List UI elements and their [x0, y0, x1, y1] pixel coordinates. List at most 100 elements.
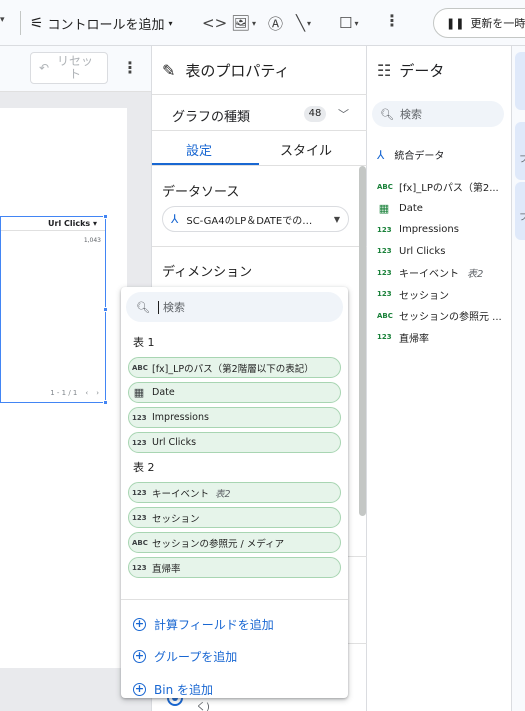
report-page[interactable]: Url Clicks ▾ 1,043 1 - 1 / 1 ‹ ›	[0, 108, 127, 668]
field-chip[interactable]: 123 直帰率	[128, 557, 341, 578]
data-source-select[interactable]: ⅄ SC-GA4のLP＆DATEでの… ▼	[162, 206, 349, 232]
chevron-down-icon[interactable]: ﹀	[338, 106, 349, 122]
pause-update-label: 更新を一時	[470, 17, 525, 30]
reset-button[interactable]: ↶ リセット	[30, 52, 108, 84]
field-picker-dropdown: 🔍︎ 検索 表 1 ABC [fx]_LPのパス（第2階層以下の表記） ▦ Date…	[121, 287, 348, 698]
field-item[interactable]: 123 Url Clicks	[377, 241, 502, 263]
add-circle-icon: +	[133, 681, 146, 696]
field-chip[interactable]: ABC [fx]_LPのパス（第2階層以下の表記）	[128, 357, 341, 378]
field-table-suffix: 表2	[215, 488, 231, 500]
data-source-label: データソース	[162, 185, 240, 200]
chevron-left-icon[interactable]: ‹	[85, 389, 88, 397]
top-toolbar: ▾ ⚟ コントロールを追加 ▾ <> 🖼 ▾ Ⓐ ╲ ▾ ☐ ▾ ⋮ ❚❚ 更新を一時	[0, 0, 525, 46]
divider	[152, 130, 368, 131]
shape-button[interactable]: ☐ ▾	[339, 11, 358, 35]
action-label: グループを追加	[154, 650, 238, 665]
chevron-down-icon[interactable]: ▾	[0, 15, 5, 25]
field-chip[interactable]: 123 Impressions	[128, 407, 341, 428]
field-item[interactable]: 123 Impressions	[377, 219, 502, 241]
divider	[152, 246, 368, 247]
divider	[152, 165, 368, 166]
tab-setup[interactable]: 設定	[186, 140, 212, 159]
add-control-button[interactable]: ⚟ コントロールを追加 ▾	[30, 11, 172, 35]
resize-handle[interactable]	[103, 307, 108, 312]
chart-type-count-badge: 48	[304, 106, 326, 122]
number-type-icon: 123	[132, 488, 147, 497]
undo-icon: ↶	[39, 60, 50, 75]
text-type-icon: ABC	[377, 311, 393, 320]
tab-style[interactable]: スタイル	[280, 140, 332, 159]
text-box-icon[interactable]: Ⓐ	[268, 11, 283, 35]
field-chip[interactable]: 123 セッション	[128, 507, 341, 528]
merged-data-item[interactable]: ⅄ 統合データ	[377, 147, 444, 163]
rectangle-icon: ☐	[339, 14, 353, 32]
line-icon: ╲	[296, 14, 306, 32]
field-chip[interactable]: ABC セッションの参照元 / メディア	[128, 532, 341, 553]
field-item[interactable]: 123 キーイベント 表2	[377, 262, 502, 284]
field-item[interactable]: 123 直帰率	[377, 327, 502, 349]
rail-tab[interactable]	[515, 52, 525, 110]
more-vert-icon[interactable]: ⋮	[384, 11, 400, 30]
field-item[interactable]: ABC [fx]_LPのパス（第2...	[377, 176, 502, 198]
add-calculated-field-button[interactable]: + 計算フィールドを追加	[133, 608, 274, 641]
field-chip[interactable]: 123 Url Clicks	[128, 432, 341, 453]
data-panel: ☷ データ 🔍︎ 検索 ⅄ 統合データ ABC [fx]_LPのパス（第2... …	[367, 46, 511, 711]
column-header[interactable]: Url Clicks ▾	[1, 217, 105, 231]
number-type-icon: 123	[132, 513, 147, 522]
field-chip-label: Impressions	[152, 412, 209, 423]
data-search-input[interactable]: 🔍︎ 検索	[372, 101, 504, 127]
field-item[interactable]: 123 セッション	[377, 284, 502, 306]
table-chart[interactable]: Url Clicks ▾ 1,043 1 - 1 / 1 ‹ ›	[0, 214, 108, 405]
field-chip[interactable]: ▦ Date	[128, 382, 341, 403]
rail-tab-label: フ	[519, 213, 525, 223]
embed-code-icon[interactable]: <>	[202, 11, 227, 35]
add-circle-icon: +	[133, 649, 146, 664]
text-type-icon: ABC	[377, 182, 393, 191]
search-icon: 🔍︎	[136, 300, 150, 314]
toolbar-divider	[20, 11, 21, 35]
field-chip-label: セッション	[152, 513, 200, 525]
field-table-suffix: 表2	[467, 269, 484, 281]
resize-handle[interactable]	[103, 400, 108, 405]
field-chip-label: [fx]_LPのパス（第2階層以下の表記）	[152, 363, 314, 375]
calendar-icon: ▦	[133, 386, 145, 399]
add-bin-button[interactable]: + Bin を追加	[133, 673, 274, 706]
field-name: セッションの参照元 ...	[399, 312, 502, 324]
column-header-label: Url Clicks	[48, 219, 91, 228]
field-chip-label: Date	[152, 387, 175, 398]
field-chip[interactable]: 123 キーイベント 表2	[128, 482, 341, 503]
number-type-icon: 123	[377, 225, 392, 234]
canvas-header: ↶ リセット ⋮	[0, 46, 151, 92]
field-name: Url Clicks	[399, 245, 446, 257]
resize-handle[interactable]	[103, 214, 108, 219]
pencil-icon: ✎	[162, 61, 176, 80]
add-group-button[interactable]: + グループを追加	[133, 641, 274, 674]
chevron-right-icon[interactable]: ›	[96, 389, 99, 397]
number-type-icon: 123	[132, 563, 147, 572]
number-type-icon: 123	[377, 268, 392, 277]
chart-type-label[interactable]: グラフの種類	[172, 106, 250, 125]
side-rail: フ フ	[511, 46, 525, 711]
group-label-table2: 表 2	[133, 461, 155, 474]
table1-field-list: ABC [fx]_LPのパス（第2階層以下の表記） ▦ Date 123 Impres…	[128, 357, 341, 457]
dimension-label: ディメンション	[162, 265, 253, 280]
field-name: Impressions	[399, 224, 459, 236]
data-panel-header: ☷ データ	[377, 60, 444, 81]
properties-title: 表のプロパティ	[185, 62, 290, 80]
action-label: Bin を追加	[154, 682, 213, 697]
add-control-label: コントロールを追加	[47, 17, 165, 33]
pause-update-button[interactable]: ❚❚ 更新を一時	[433, 8, 525, 38]
field-search-input[interactable]: 🔍︎ 検索	[126, 292, 343, 322]
field-name: キーイベント	[399, 269, 459, 281]
field-name: セッション	[399, 290, 449, 302]
field-name: [fx]_LPのパス（第2...	[399, 183, 499, 195]
divider	[121, 599, 348, 600]
more-vert-icon[interactable]: ⋮	[122, 58, 138, 77]
field-item[interactable]: ABC セッションの参照元 ...	[377, 305, 502, 327]
image-button[interactable]: 🖼 ▾	[231, 11, 256, 35]
line-button[interactable]: ╲ ▾	[296, 11, 311, 35]
field-chip-label: セッションの参照元 / メディア	[152, 538, 285, 550]
field-item[interactable]: ▦ Date	[377, 198, 502, 220]
scrollbar[interactable]	[359, 166, 366, 516]
rail-tab[interactable]	[515, 122, 525, 180]
